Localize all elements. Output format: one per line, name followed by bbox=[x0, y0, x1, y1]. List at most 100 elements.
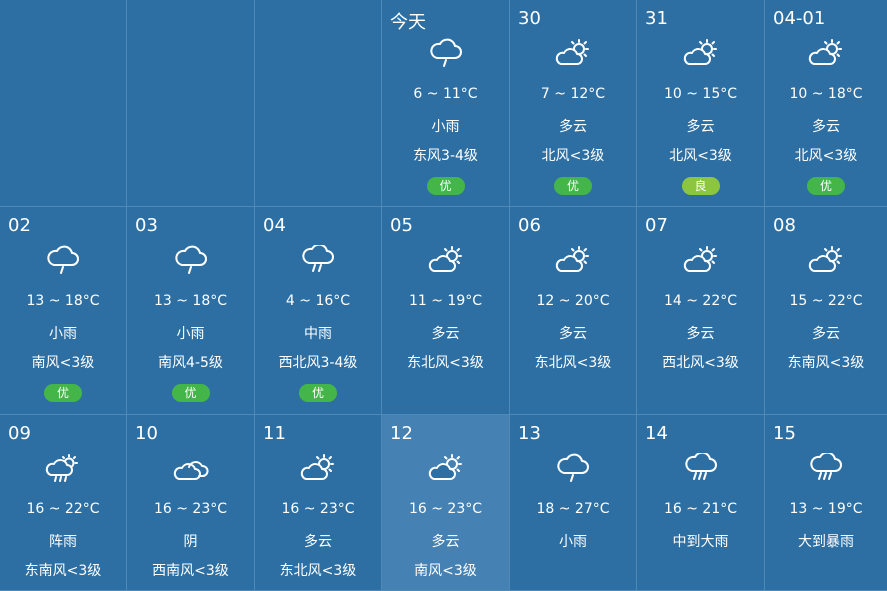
calendar-day-cell[interactable]: 11 16 ~ 23°C 多云东北风<3级 bbox=[255, 415, 382, 591]
calendar-day-cell[interactable]: 04 4 ~ 16°C 中雨西北风3-4级优 bbox=[255, 207, 382, 415]
day-label: 04-01 bbox=[773, 8, 826, 29]
wind-info: 北风<3级 bbox=[541, 148, 605, 164]
temperature-range: 6 ~ 11°C bbox=[413, 86, 478, 102]
calendar-day-cell[interactable]: 09 16 ~ 22°C 阵雨 东南风<3级 bbox=[0, 415, 127, 591]
day-label: 11 bbox=[263, 423, 286, 444]
temperature-range: 13 ~ 18°C bbox=[153, 293, 228, 309]
heavy-rain-icon bbox=[806, 453, 846, 485]
day-label: 15 bbox=[773, 423, 796, 444]
day-label: 02 bbox=[8, 215, 31, 236]
wind-info: 东北风<3级 bbox=[279, 563, 357, 579]
calendar-day-cell[interactable]: 03 13 ~ 18°C 小雨南风4-5级优 bbox=[127, 207, 255, 415]
weather-condition: 小雨 bbox=[431, 119, 460, 135]
partly-cloudy-icon bbox=[426, 245, 466, 277]
wind-info: 东北风<3级 bbox=[407, 355, 484, 371]
temperature-range: 10 ~ 15°C bbox=[663, 86, 738, 102]
calendar-day-cell[interactable]: 04-01 10 ~ 18°C 多云北风<3级优 bbox=[765, 0, 887, 207]
partly-cloudy-icon bbox=[298, 453, 338, 485]
day-label: 06 bbox=[518, 215, 541, 236]
wind-info: 南风<3级 bbox=[414, 563, 477, 579]
air-quality-badge: 优 bbox=[426, 177, 465, 195]
temperature-range: 14 ~ 22°C bbox=[663, 293, 738, 309]
light-rain-icon bbox=[426, 38, 466, 70]
temperature-range: 11 ~ 19°C bbox=[408, 293, 483, 309]
shower-icon bbox=[43, 453, 83, 485]
overcast-icon bbox=[171, 453, 211, 485]
weather-condition: 小雨 bbox=[559, 534, 587, 550]
weather-condition: 多云 bbox=[431, 326, 460, 342]
calendar-day-cell[interactable]: 15 13 ~ 19°C 大到暴雨 bbox=[765, 415, 887, 591]
temperature-range: 16 ~ 21°C bbox=[663, 501, 738, 517]
partly-cloudy-icon bbox=[806, 38, 846, 70]
temperature-range: 16 ~ 23°C bbox=[153, 501, 228, 517]
calendar-day-cell[interactable]: 08 15 ~ 22°C 多云 东南风<3级 bbox=[765, 207, 887, 415]
wind-info: 东南风<3级 bbox=[787, 355, 865, 371]
moderate-rain-icon bbox=[298, 245, 338, 277]
partly-cloudy-icon bbox=[553, 245, 593, 277]
weather-condition: 中雨 bbox=[304, 326, 332, 342]
day-label: 07 bbox=[645, 215, 668, 236]
day-label: 05 bbox=[390, 215, 413, 236]
wind-info: 东南风<3级 bbox=[24, 563, 102, 579]
partly-cloudy-icon bbox=[426, 453, 466, 485]
partly-cloudy-icon bbox=[681, 38, 721, 70]
calendar-day-cell[interactable]: 12 16 ~ 23°C 多云 南风<3级 bbox=[382, 415, 510, 591]
calendar-day-cell[interactable]: 05 11 ~ 19°C 多云东北风<3级 bbox=[382, 207, 510, 415]
calendar-day-cell[interactable]: 13 18 ~ 27°C 小雨 bbox=[510, 415, 637, 591]
calendar-day-cell[interactable]: 今天 6 ~ 11°C 小雨 东风3-4级优 bbox=[382, 0, 510, 207]
wind-info: 西北风3-4级 bbox=[278, 355, 358, 371]
calendar-day-cell[interactable]: 14 16 ~ 21°C 中到大雨 bbox=[637, 415, 765, 591]
calendar-day-cell[interactable] bbox=[0, 0, 127, 207]
temperature-range: 16 ~ 22°C bbox=[26, 501, 100, 517]
weather-condition: 小雨 bbox=[176, 326, 205, 342]
calendar-day-cell[interactable]: 31 10 ~ 15°C 多云 北风<3级良 bbox=[637, 0, 765, 207]
calendar-day-cell[interactable]: 10 16 ~ 23°C 阴西南风<3级 bbox=[127, 415, 255, 591]
day-label: 03 bbox=[135, 215, 158, 236]
weather-condition: 多云 bbox=[812, 326, 840, 342]
temperature-range: 16 ~ 23°C bbox=[408, 501, 483, 517]
weather-condition: 多云 bbox=[686, 326, 715, 342]
day-label: 30 bbox=[518, 8, 541, 29]
air-quality-badge: 良 bbox=[681, 177, 720, 195]
calendar-day-cell[interactable]: 30 7 ~ 12°C 多云 北风<3级优 bbox=[510, 0, 637, 207]
temperature-range: 13 ~ 18°C bbox=[26, 293, 100, 309]
weather-condition: 大到暴雨 bbox=[798, 534, 854, 550]
weather-condition: 多云 bbox=[304, 534, 332, 550]
partly-cloudy-icon bbox=[553, 38, 593, 70]
wind-info: 东风3-4级 bbox=[413, 148, 478, 164]
heavy-rain-icon bbox=[681, 453, 721, 485]
weather-condition: 多云 bbox=[812, 119, 840, 135]
calendar-day-cell[interactable] bbox=[255, 0, 382, 207]
temperature-range: 12 ~ 20°C bbox=[536, 293, 610, 309]
air-quality-badge: 优 bbox=[171, 384, 210, 402]
temperature-range: 4 ~ 16°C bbox=[285, 293, 351, 309]
wind-info: 西南风<3级 bbox=[152, 563, 229, 579]
weather-condition: 多云 bbox=[559, 119, 587, 135]
wind-info: 南风<3级 bbox=[31, 355, 95, 371]
temperature-range: 15 ~ 22°C bbox=[789, 293, 863, 309]
calendar-day-cell[interactable]: 07 14 ~ 22°C 多云西北风<3级 bbox=[637, 207, 765, 415]
calendar-day-cell[interactable] bbox=[127, 0, 255, 207]
temperature-range: 13 ~ 19°C bbox=[789, 501, 863, 517]
day-label: 09 bbox=[8, 423, 31, 444]
air-quality-badge: 优 bbox=[44, 384, 82, 402]
light-rain-icon bbox=[171, 245, 211, 277]
wind-info: 北风<3级 bbox=[669, 148, 732, 164]
calendar-day-cell[interactable]: 02 13 ~ 18°C 小雨 南风<3级优 bbox=[0, 207, 127, 415]
light-rain-icon bbox=[43, 245, 83, 277]
weather-condition: 多云 bbox=[559, 326, 587, 342]
calendar-day-cell[interactable]: 06 12 ~ 20°C 多云 东北风<3级 bbox=[510, 207, 637, 415]
air-quality-badge: 优 bbox=[807, 177, 845, 195]
temperature-range: 18 ~ 27°C bbox=[536, 501, 610, 517]
temperature-range: 16 ~ 23°C bbox=[281, 501, 355, 517]
wind-info: 北风<3级 bbox=[794, 148, 858, 164]
air-quality-badge: 优 bbox=[299, 384, 337, 402]
temperature-range: 10 ~ 18°C bbox=[789, 86, 863, 102]
weather-condition: 多云 bbox=[686, 119, 715, 135]
wind-info: 南风4-5级 bbox=[158, 355, 223, 371]
weather-calendar: 今天 6 ~ 11°C 小雨 东风3-4级优 30 7 ~ 12°C 多云 北风<3级优 3… bbox=[0, 0, 887, 591]
wind-info: 西北风<3级 bbox=[662, 355, 739, 371]
partly-cloudy-icon bbox=[681, 245, 721, 277]
day-label: 14 bbox=[645, 423, 668, 444]
day-label: 04 bbox=[263, 215, 286, 236]
